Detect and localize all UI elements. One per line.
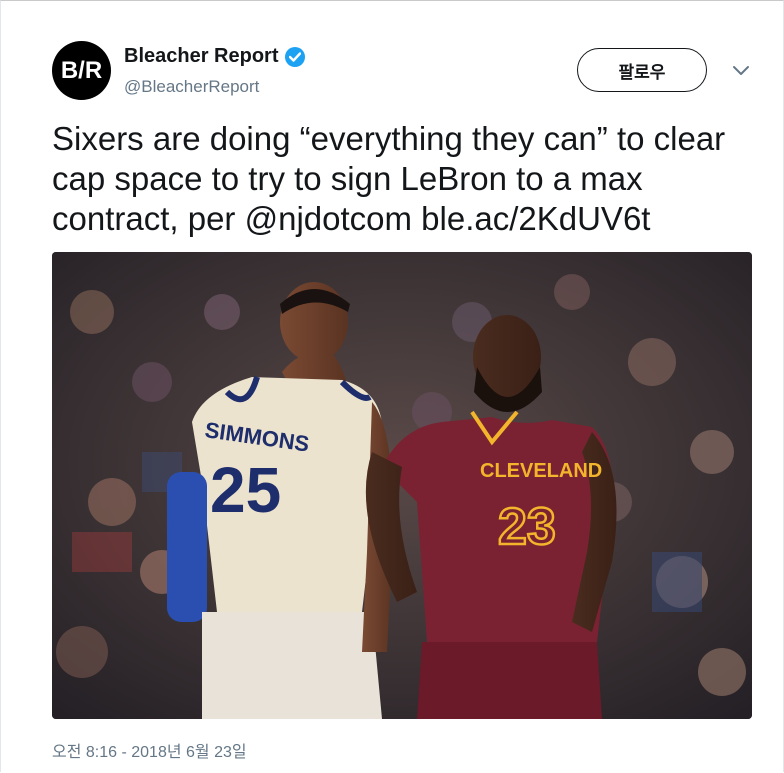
- tweet-card: B/R Bleacher Report @BleacherReport 팔로우 …: [0, 0, 784, 772]
- avatar-logo-text: B/R: [60, 56, 103, 84]
- verified-badge-icon: [284, 46, 305, 67]
- tweet-text-line: Sixers are doing “everything they can” t…: [52, 120, 726, 157]
- follow-button[interactable]: 팔로우: [577, 48, 707, 92]
- tweet-text-line: contract, per @njdotcom ble.ac/2KdUV6t: [52, 200, 651, 237]
- chevron-down-icon[interactable]: [731, 64, 751, 78]
- jersey-team-right: CLEVELAND: [480, 460, 602, 482]
- avatar[interactable]: B/R: [52, 41, 111, 100]
- photo-scene: SIMMONS 25 CLEVELAND 23: [52, 252, 752, 719]
- tweet-text-line: cap space to try to sign LeBron to a max: [52, 160, 643, 197]
- tweet-photo[interactable]: SIMMONS 25 CLEVELAND 23: [52, 252, 752, 719]
- jersey-number-left: 25: [210, 454, 281, 526]
- tweet-text: Sixers are doing “everything they can” t…: [52, 119, 764, 239]
- display-name[interactable]: Bleacher Report: [124, 45, 279, 68]
- author-handle[interactable]: @BleacherReport: [124, 77, 259, 97]
- jersey-number-right: 23: [498, 498, 556, 556]
- author-name-row[interactable]: Bleacher Report: [124, 45, 305, 68]
- tweet-timestamp[interactable]: 오전 8:16 - 2018년 6월 23일: [52, 738, 247, 762]
